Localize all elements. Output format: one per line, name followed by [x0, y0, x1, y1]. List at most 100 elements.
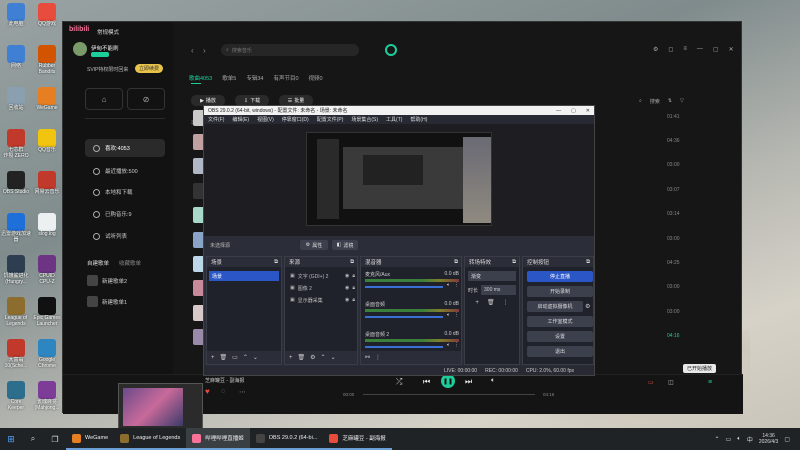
- tab-item[interactable]: 歌曲4053: [189, 74, 212, 82]
- transition-select[interactable]: 渐变: [468, 271, 516, 281]
- speaker-icon[interactable]: 🔈︎: [447, 282, 450, 288]
- desktop-icon[interactable]: 大富翁 10(Sche...: [1, 339, 31, 370]
- network-icon[interactable]: ▭: [726, 436, 732, 443]
- sidebar-item[interactable]: 喜欢:4053: [85, 139, 165, 157]
- close-icon[interactable]: ✕: [729, 46, 734, 53]
- home-button[interactable]: ⌂: [85, 88, 123, 110]
- clock-date[interactable]: 2026/4/3: [759, 439, 778, 445]
- source-item[interactable]: ▣ 图像 2 ◉ 🔒︎: [287, 283, 355, 293]
- prev-icon[interactable]: ⏮: [423, 377, 430, 387]
- obs-menu-item[interactable]: 场景集合(S): [351, 116, 378, 123]
- desktop-icon[interactable]: Google Chrome: [32, 339, 62, 370]
- trash-icon[interactable]: 🗑︎: [220, 354, 228, 361]
- desktop-icon[interactable]: 雀魂麻将 (Mahjong...: [32, 381, 62, 412]
- vip-renew-button[interactable]: 立即续费: [135, 64, 163, 73]
- desktop-icon[interactable]: 迅雷游戏加速 器: [1, 213, 31, 244]
- sound-effect-icon[interactable]: ◫: [668, 379, 674, 386]
- minimize-icon[interactable]: —: [697, 46, 703, 53]
- taskbar-app[interactable]: League of Legends: [114, 428, 187, 450]
- desktop-icon[interactable]: Epic Games Launcher: [32, 297, 62, 328]
- tab-item[interactable]: 专辑34: [246, 74, 263, 82]
- eye-icon[interactable]: ◉: [345, 285, 349, 291]
- sidebar-item[interactable]: 已购音乐:9: [85, 205, 165, 223]
- stop-streaming-button[interactable]: 停止直播: [527, 271, 593, 282]
- down-icon[interactable]: ⌄: [253, 354, 258, 361]
- volume-slider[interactable]: [365, 345, 443, 348]
- more-icon[interactable]: ⋯: [239, 388, 246, 396]
- eye-icon[interactable]: ◉: [345, 273, 349, 279]
- volume-slider[interactable]: [365, 285, 443, 288]
- desktop-icon[interactable]: Core Keeper: [1, 381, 31, 412]
- dock-undock-icon[interactable]: ⧉: [586, 259, 590, 266]
- scene-item[interactable]: 场景: [209, 271, 279, 281]
- tab-item[interactable]: 歌单5: [222, 74, 236, 82]
- lock-icon[interactable]: 🔒︎: [352, 297, 355, 303]
- menu-icon[interactable]: ≡: [683, 46, 687, 53]
- search-input[interactable]: ⌕ 搜索音乐: [221, 44, 359, 56]
- tab-item[interactable]: 视频0: [309, 74, 323, 82]
- ime-icon[interactable]: 中: [747, 435, 753, 444]
- obs-menu-item[interactable]: 编辑(E): [232, 116, 249, 123]
- desktop-icon[interactable]: 此电脑: [1, 3, 31, 28]
- exit-button[interactable]: 退出: [527, 346, 593, 357]
- volume-slider[interactable]: [365, 315, 443, 318]
- more-icon[interactable]: ⋮: [454, 312, 459, 318]
- avatar[interactable]: [73, 42, 87, 56]
- down-icon[interactable]: ⌄: [331, 354, 336, 361]
- tray-up-icon[interactable]: ⌃: [715, 436, 720, 443]
- desktop-icon[interactable]: 网络: [1, 45, 31, 70]
- eye-icon[interactable]: ◉: [345, 297, 349, 303]
- virtual-camera-settings-icon[interactable]: ⚙: [585, 303, 590, 310]
- desktop-icon[interactable]: 网易云音乐: [32, 171, 62, 196]
- dock-undock-icon[interactable]: ⧉: [350, 259, 354, 266]
- lyrics-icon[interactable]: ▭: [648, 379, 654, 386]
- volume-icon[interactable]: 🔈︎: [491, 377, 495, 385]
- shuffle-icon[interactable]: ⤮: [396, 377, 402, 387]
- trash-icon[interactable]: 🗑︎: [298, 354, 306, 361]
- comment-icon[interactable]: ◌: [221, 388, 225, 395]
- dock-undock-icon[interactable]: ⧉: [454, 259, 458, 266]
- theme-icon[interactable]: ◻: [668, 46, 673, 53]
- playlist-queue-icon[interactable]: ≡: [708, 379, 712, 386]
- task-view-icon[interactable]: ❐: [44, 428, 66, 450]
- add-icon[interactable]: +: [211, 355, 215, 361]
- desktop-icon[interactable]: 七芯群 炸裂 ZERO: [1, 129, 31, 160]
- forward-button[interactable]: ›: [203, 46, 206, 55]
- search-icon[interactable]: ⌕: [22, 428, 44, 450]
- duration-input[interactable]: 300 ms: [481, 285, 516, 295]
- like-icon[interactable]: ♥: [205, 387, 210, 396]
- sidebar-item[interactable]: 本地和下载: [85, 183, 165, 201]
- source-item[interactable]: ▣ 显示器采集 ◉ 🔒︎: [287, 295, 355, 305]
- source-item[interactable]: ▣ 文字 (GDI+) 2 ◉ 🔒︎: [287, 271, 355, 281]
- user-name[interactable]: 伊甸不能刷: [91, 44, 119, 52]
- desktop-icon[interactable]: QQ音乐: [32, 129, 62, 154]
- settings-button[interactable]: 设置: [527, 331, 593, 342]
- add-icon[interactable]: +: [289, 355, 293, 361]
- filter-icon[interactable]: ▭: [232, 354, 238, 361]
- sort-icon[interactable]: ⇅: [668, 98, 672, 105]
- up-icon[interactable]: ⌃: [243, 354, 248, 361]
- playlist-item[interactable]: 新建歌单1: [87, 296, 127, 307]
- maximize-icon[interactable]: ▢: [713, 46, 719, 53]
- tab-item[interactable]: 有声节目0: [273, 74, 298, 82]
- trash-icon[interactable]: 🗑︎: [487, 299, 495, 306]
- taskbar-app[interactable]: 芝麻罐豆 - 副海报: [323, 428, 392, 450]
- more-icon[interactable]: ⋮: [454, 342, 459, 348]
- next-icon[interactable]: ⏭: [465, 377, 472, 387]
- obs-menu-item[interactable]: 帮助(H): [410, 116, 427, 123]
- link-icon[interactable]: ⚯: [365, 354, 370, 361]
- sidebar-item[interactable]: 最近播放:500: [85, 162, 165, 180]
- desktop-icon[interactable]: CPUID CPU-Z: [32, 255, 62, 286]
- taskbar-app[interactable]: WeGame: [66, 428, 115, 450]
- volume-icon[interactable]: 🔈︎: [737, 436, 741, 443]
- taskbar-thumbnail[interactable]: [118, 383, 203, 431]
- list-search[interactable]: ⌕ 搜索 ⇅ ▽: [639, 98, 684, 105]
- more-icon[interactable]: ⋮: [375, 354, 381, 361]
- desktop-icon[interactable]: OBS Studio: [1, 171, 31, 196]
- filters-button[interactable]: ◧ 滤镜: [332, 240, 358, 250]
- discover-button[interactable]: ⊘: [127, 88, 165, 110]
- mode-label[interactable]: 常规模式: [97, 28, 119, 36]
- speaker-icon[interactable]: 🔈︎: [447, 312, 450, 318]
- settings-icon[interactable]: ⚙: [653, 46, 658, 53]
- notification-icon[interactable]: ▢: [784, 436, 790, 443]
